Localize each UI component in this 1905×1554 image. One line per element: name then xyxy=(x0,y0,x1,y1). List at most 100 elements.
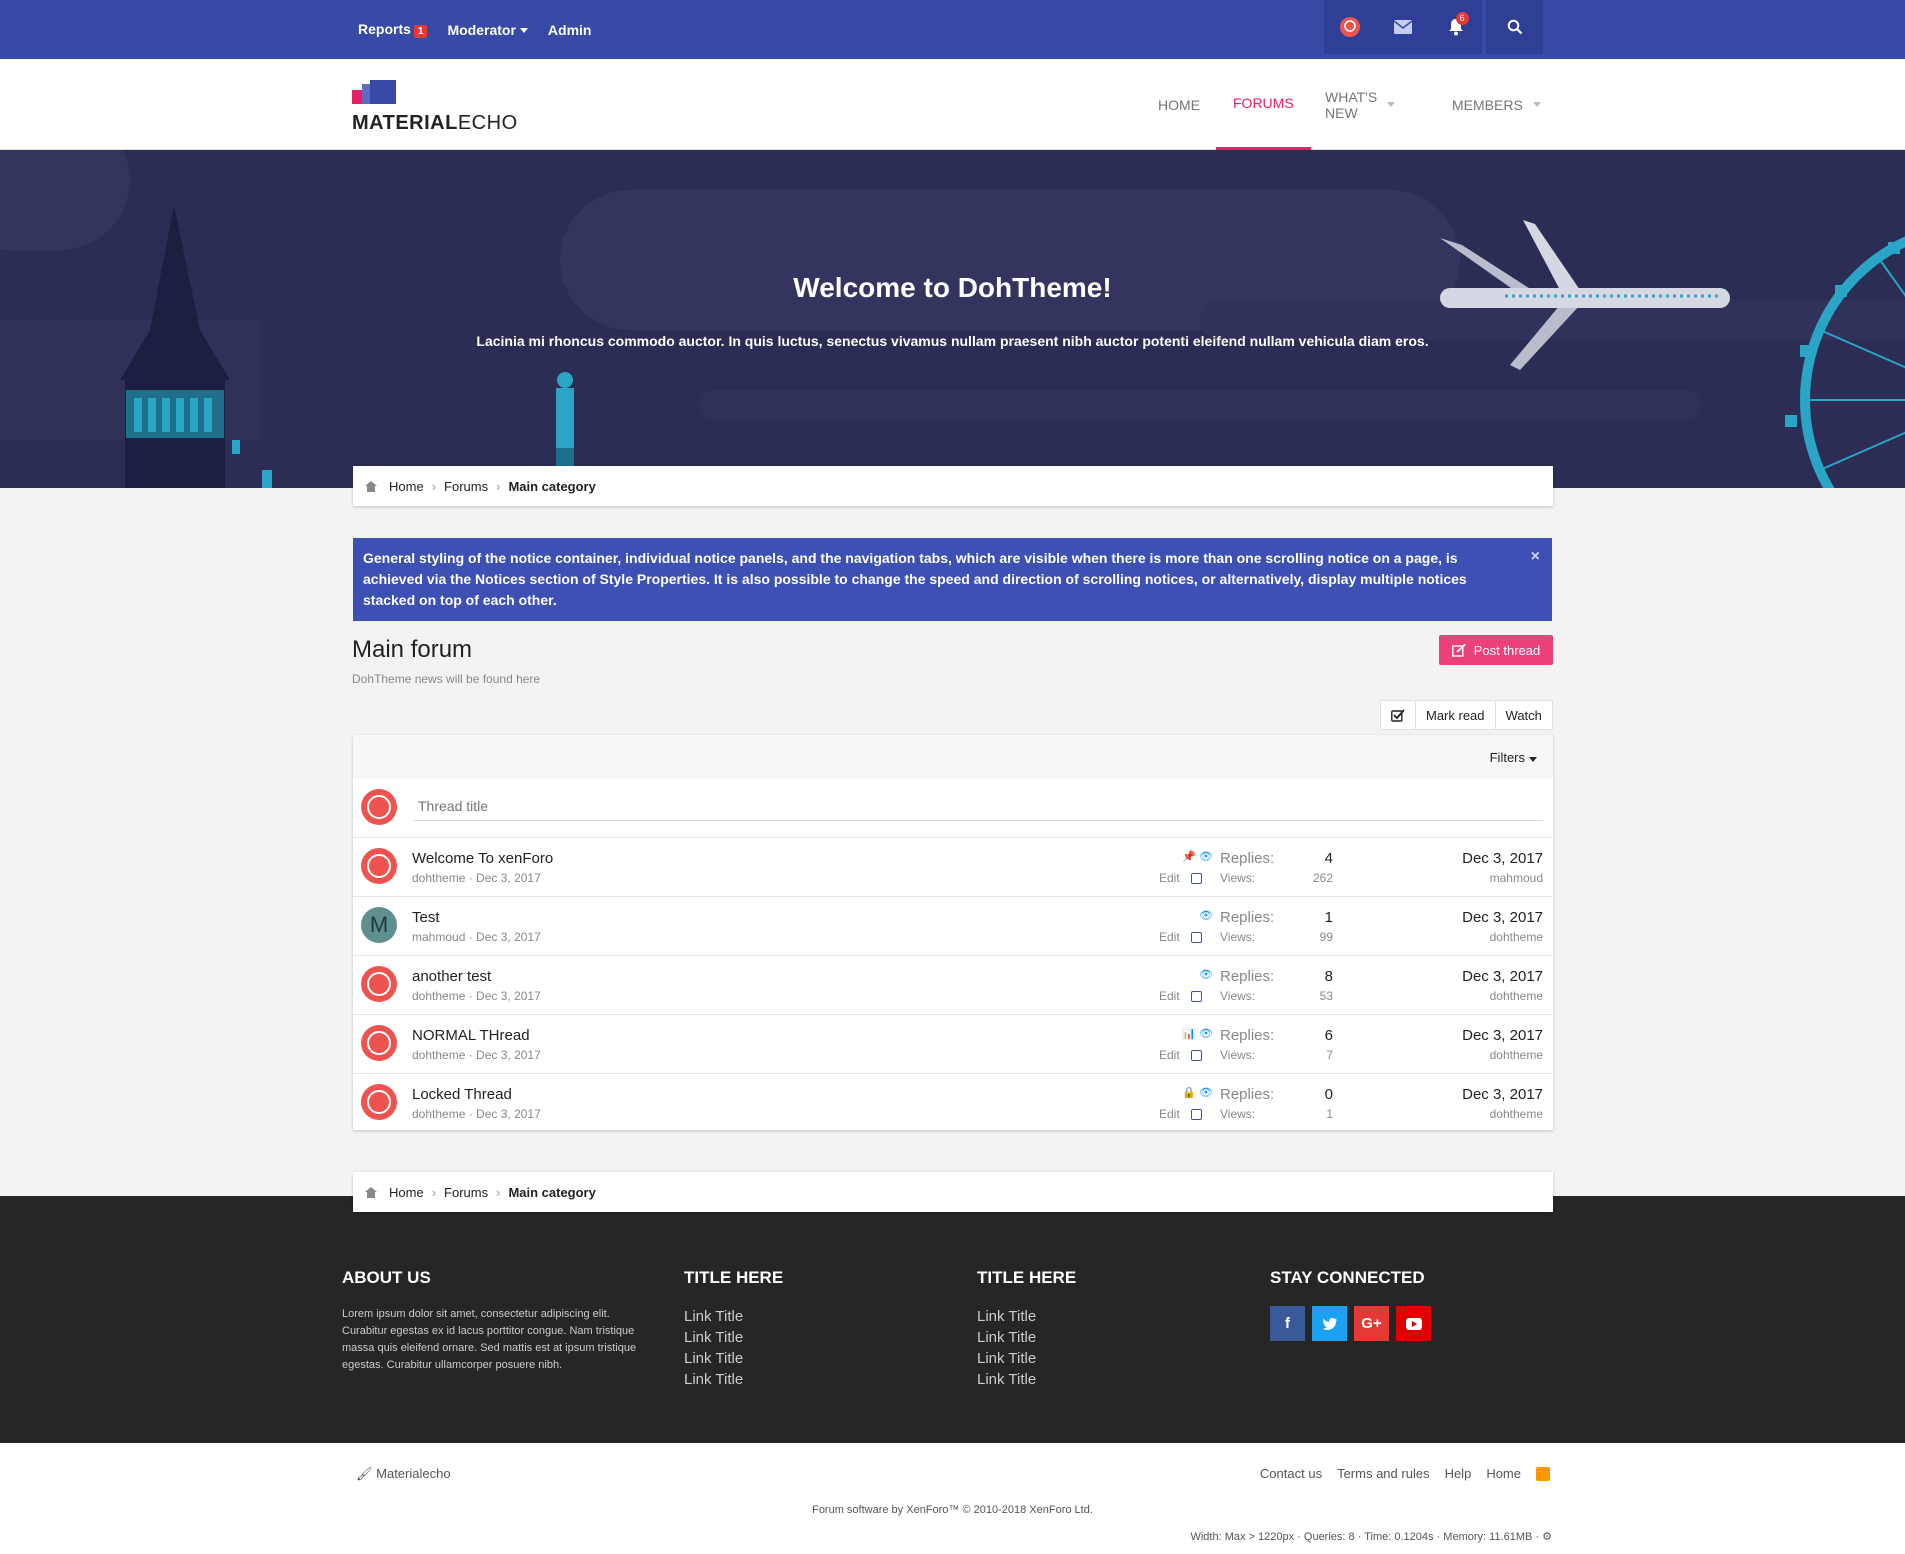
footer-link[interactable]: Link Title xyxy=(684,1369,783,1390)
thread-checkbox[interactable] xyxy=(1191,873,1202,884)
nav-whats-new[interactable]: WHAT'S NEW xyxy=(1325,59,1396,150)
avatar[interactable] xyxy=(361,1084,397,1120)
breadcrumb-forums[interactable]: Forums xyxy=(444,479,488,494)
home-icon[interactable] xyxy=(365,480,377,492)
breadcrumb-current[interactable]: Main category xyxy=(508,1185,595,1200)
moderator-menu[interactable]: Moderator xyxy=(447,22,528,38)
edit-icon xyxy=(1451,643,1466,657)
avatar[interactable] xyxy=(361,966,397,1002)
nav-home[interactable]: HOME xyxy=(1158,59,1200,150)
footer-link[interactable]: Link Title xyxy=(684,1327,783,1348)
table-row[interactable]: M Test mahmoud · Dec 3, 2017 👁 Edit Repl… xyxy=(353,896,1553,955)
edit-link[interactable]: Edit xyxy=(1159,989,1180,1003)
filters-menu[interactable]: Filters xyxy=(1490,750,1537,765)
checkbox-icon xyxy=(1391,708,1405,722)
last-post-user[interactable]: mahmoud xyxy=(1353,871,1543,885)
footer-links-1: TITLE HERE Link Title Link Title Link Ti… xyxy=(684,1268,783,1390)
avatar[interactable] xyxy=(361,1025,397,1061)
conversations-button[interactable] xyxy=(1388,12,1418,42)
chevron-down-icon xyxy=(519,28,528,34)
account-avatar[interactable] xyxy=(1335,12,1365,42)
alerts-button[interactable]: 6 xyxy=(1441,12,1471,42)
contact-link[interactable]: Contact us xyxy=(1260,1466,1322,1481)
last-post-user[interactable]: dohtheme xyxy=(1353,1048,1543,1062)
thread-meta: dohtheme · Dec 3, 2017 xyxy=(412,871,541,885)
nav-members[interactable]: MEMBERS xyxy=(1452,59,1541,150)
close-icon[interactable]: × xyxy=(1531,546,1540,567)
last-post-date[interactable]: Dec 3, 2017 xyxy=(1353,1027,1543,1044)
table-row[interactable]: NORMAL THread dohtheme · Dec 3, 2017 📊 👁… xyxy=(353,1014,1553,1073)
last-post-date[interactable]: Dec 3, 2017 xyxy=(1353,909,1543,926)
thread-status: 📊 👁 xyxy=(1153,1027,1213,1040)
rss-icon[interactable] xyxy=(1536,1466,1550,1481)
chevron-right-icon: › xyxy=(496,478,501,494)
breadcrumb-home[interactable]: Home xyxy=(389,479,424,494)
edit-link[interactable]: Edit xyxy=(1159,1107,1180,1121)
last-post-user[interactable]: dohtheme xyxy=(1353,989,1543,1003)
table-row[interactable]: Welcome To xenForo dohtheme · Dec 3, 201… xyxy=(353,837,1553,896)
reports-link[interactable]: Reports 1 xyxy=(358,21,428,38)
home-icon[interactable] xyxy=(365,1186,377,1198)
chevron-right-icon: › xyxy=(431,1184,437,1200)
thread-checkbox[interactable] xyxy=(1191,932,1202,943)
thread-checkbox[interactable] xyxy=(1191,1050,1202,1061)
views-count: 53 xyxy=(1319,989,1333,1003)
gear-icon[interactable]: ⚙ xyxy=(1542,1531,1552,1543)
replies-label: Replies: xyxy=(1220,850,1275,867)
help-link[interactable]: Help xyxy=(1445,1466,1472,1481)
chevron-down-icon[interactable] xyxy=(1532,102,1541,107)
style-chooser[interactable]: 🖌 Materialecho xyxy=(356,1466,451,1482)
thread-checkbox[interactable] xyxy=(1191,1109,1202,1120)
breadcrumb-current[interactable]: Main category xyxy=(508,479,595,494)
logo-icon[interactable] xyxy=(352,80,398,110)
post-thread-button[interactable]: Post thread xyxy=(1439,635,1553,665)
google-plus-icon[interactable]: G+ xyxy=(1354,1306,1389,1341)
views-count: 99 xyxy=(1319,930,1333,944)
terms-link[interactable]: Terms and rules xyxy=(1337,1466,1429,1481)
last-post-date[interactable]: Dec 3, 2017 xyxy=(1353,968,1543,985)
footer-link[interactable]: Link Title xyxy=(977,1369,1076,1390)
footer-link[interactable]: Link Title xyxy=(977,1306,1076,1327)
last-post-date[interactable]: Dec 3, 2017 xyxy=(1353,850,1543,867)
facebook-icon[interactable]: f xyxy=(1270,1306,1305,1341)
thread-title[interactable]: Welcome To xenForo xyxy=(412,850,553,867)
user-icons-group: 6 xyxy=(1324,0,1482,54)
edit-link[interactable]: Edit xyxy=(1159,871,1180,885)
reports-badge: 1 xyxy=(413,25,428,38)
last-post-user[interactable]: dohtheme xyxy=(1353,1107,1543,1121)
thread-title[interactable]: another test xyxy=(412,968,491,985)
site-logo[interactable]: MATERIALECHO xyxy=(352,112,518,135)
thread-checkbox[interactable] xyxy=(1191,991,1202,1002)
breadcrumb-home[interactable]: Home xyxy=(389,1185,424,1200)
avatar[interactable] xyxy=(361,848,397,884)
footer-link[interactable]: Link Title xyxy=(977,1327,1076,1348)
edit-link[interactable]: Edit xyxy=(1159,930,1180,944)
mark-read-button[interactable]: Mark read xyxy=(1415,701,1495,729)
watch-button[interactable]: Watch xyxy=(1494,701,1552,729)
last-post-date[interactable]: Dec 3, 2017 xyxy=(1353,1086,1543,1103)
footer-link[interactable]: Link Title xyxy=(977,1348,1076,1369)
youtube-icon[interactable] xyxy=(1396,1306,1431,1341)
edit-link[interactable]: Edit xyxy=(1159,1048,1180,1062)
chevron-right-icon: › xyxy=(496,1184,501,1200)
home-link[interactable]: Home xyxy=(1486,1466,1521,1481)
breadcrumb-forums[interactable]: Forums xyxy=(444,1185,488,1200)
avatar[interactable]: M xyxy=(361,907,397,943)
views-label: Views: xyxy=(1220,989,1256,1003)
select-toggle-button[interactable] xyxy=(1381,701,1415,729)
footer-link[interactable]: Link Title xyxy=(684,1348,783,1369)
chevron-down-icon[interactable] xyxy=(1387,102,1396,107)
thread-title[interactable]: NORMAL THread xyxy=(412,1027,530,1044)
last-post-user[interactable]: dohtheme xyxy=(1353,930,1543,944)
footer-nav: Contact us Terms and rules Help Home xyxy=(1260,1466,1550,1481)
thread-title-input[interactable] xyxy=(413,791,1543,821)
footer-link[interactable]: Link Title xyxy=(684,1306,783,1327)
table-row[interactable]: another test dohtheme · Dec 3, 2017 👁 Ed… xyxy=(353,955,1553,1014)
thread-title[interactable]: Locked Thread xyxy=(412,1086,512,1103)
table-row[interactable]: Locked Thread dohtheme · Dec 3, 2017 🔒 👁… xyxy=(353,1073,1553,1132)
twitter-icon[interactable] xyxy=(1312,1306,1347,1341)
nav-forums[interactable]: FORUMS xyxy=(1216,59,1311,150)
thread-title[interactable]: Test xyxy=(412,909,440,926)
admin-link[interactable]: Admin xyxy=(548,22,592,38)
search-button[interactable] xyxy=(1486,0,1543,54)
